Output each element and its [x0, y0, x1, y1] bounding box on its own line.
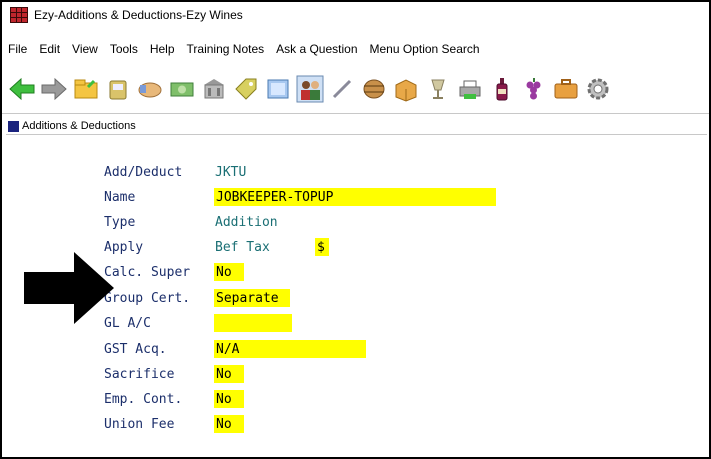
menu-training-notes[interactable]: Training Notes: [187, 42, 265, 56]
apply-value[interactable]: Bef Tax: [215, 240, 270, 255]
phone-icon[interactable]: [104, 72, 132, 106]
menu-option-search[interactable]: Menu Option Search: [370, 42, 480, 56]
name-field[interactable]: JOBKEEPER-TOPUP: [214, 188, 496, 206]
handshake-icon[interactable]: [136, 72, 164, 106]
toolbar: [2, 64, 709, 114]
menu-tools[interactable]: Tools: [110, 42, 138, 56]
title-bar: Ezy-Additions & Deductions-Ezy Wines: [2, 2, 709, 28]
type-value[interactable]: Addition: [215, 215, 278, 230]
menu-edit[interactable]: Edit: [39, 42, 60, 56]
apply-unit-field[interactable]: $: [315, 238, 329, 256]
app-window: Ezy-Additions & Deductions-Ezy Wines Fil…: [0, 0, 711, 459]
forward-arrow-icon[interactable]: [40, 72, 68, 106]
barrel-icon[interactable]: [360, 72, 388, 106]
briefcase-icon[interactable]: [552, 72, 580, 106]
panel-header: Additions & Deductions: [6, 118, 707, 135]
calc-super-field[interactable]: No: [214, 263, 244, 281]
box-icon[interactable]: [392, 72, 420, 106]
money-icon[interactable]: [168, 72, 196, 106]
printer-icon[interactable]: [456, 72, 484, 106]
card-icon[interactable]: [264, 72, 292, 106]
pen-icon[interactable]: [328, 72, 356, 106]
group-cert-label: Group Cert.: [104, 290, 191, 306]
menu-file[interactable]: File: [8, 42, 27, 56]
emp-cont-label: Emp. Cont.: [104, 391, 183, 407]
menu-bar: File Edit View Tools Help Training Notes…: [2, 39, 709, 59]
pointer-arrow-icon: [24, 252, 114, 324]
add-deduct-value[interactable]: JKTU: [215, 165, 246, 180]
calc-super-label: Calc. Super: [104, 264, 191, 280]
tag-icon[interactable]: [232, 72, 260, 106]
app-grid-icon: [10, 7, 28, 23]
name-label: Name: [104, 189, 136, 205]
building-icon[interactable]: [200, 72, 228, 106]
menu-help[interactable]: Help: [150, 42, 175, 56]
grapes-icon[interactable]: [520, 72, 548, 106]
sacrifice-label: Sacrifice: [104, 366, 175, 382]
panel-icon: [8, 120, 19, 132]
add-deduct-label: Add/Deduct: [104, 164, 183, 180]
gear-icon[interactable]: [584, 72, 612, 106]
window-title: Ezy-Additions & Deductions-Ezy Wines: [34, 8, 243, 22]
glass-icon[interactable]: [424, 72, 452, 106]
gst-acq-field[interactable]: N/A: [214, 340, 366, 358]
gl-ac-field[interactable]: [214, 314, 292, 332]
union-fee-field[interactable]: No: [214, 415, 244, 433]
menu-ask-a-question[interactable]: Ask a Question: [276, 42, 357, 56]
panel-title: Additions & Deductions: [22, 120, 136, 132]
gst-acq-label: GST Acq.: [104, 341, 167, 357]
folder-icon[interactable]: [72, 72, 100, 106]
group-cert-field[interactable]: Separate: [214, 289, 290, 307]
bottle-icon[interactable]: [488, 72, 516, 106]
type-label: Type: [104, 214, 136, 230]
union-fee-label: Union Fee: [104, 416, 175, 432]
back-arrow-icon[interactable]: [8, 72, 36, 106]
people-icon[interactable]: [296, 72, 324, 106]
sacrifice-field[interactable]: No: [214, 365, 244, 383]
menu-view[interactable]: View: [72, 42, 98, 56]
emp-cont-field[interactable]: No: [214, 390, 244, 408]
